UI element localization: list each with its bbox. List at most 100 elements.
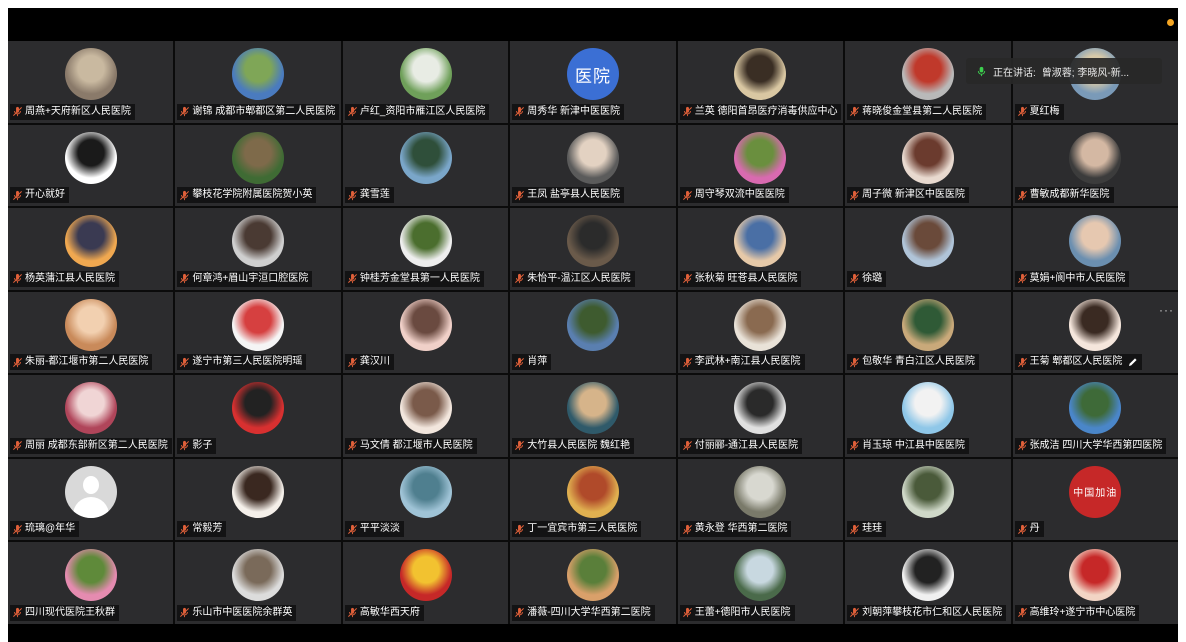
participant-name: 马文倩 都江堰市人民医院: [359, 439, 473, 451]
participant-tile[interactable]: 周燕+天府新区人民医院: [8, 41, 174, 123]
participant-tile[interactable]: 卢红_资阳市雁江区人民医院: [342, 41, 509, 123]
participant-tile[interactable]: 李武林+南江县人民医院: [677, 291, 844, 374]
avatar: [1069, 549, 1122, 602]
participant-tile[interactable]: 刘朝萍攀枝花市仁和区人民医院: [845, 542, 1011, 624]
participant-name: 攀枝花学院附属医院贺小英: [192, 189, 313, 201]
participant-tile[interactable]: 平平淡淡: [342, 458, 509, 541]
name-tag: 杨英蒲江县人民医院: [10, 270, 119, 287]
participant-tile[interactable]: 医院周秀华 新津中医医院: [510, 41, 676, 123]
participant-name: 王菊 郫都区人民医院: [1029, 356, 1123, 368]
name-tag: 肖萍: [512, 354, 552, 371]
participant-tile[interactable]: 莫娟+阆中市人民医院: [1012, 208, 1178, 290]
participant-tile[interactable]: 影子: [175, 375, 341, 457]
participant-tile[interactable]: 肖玉琼 中江县中医医院: [845, 375, 1011, 457]
avatar: [399, 298, 452, 351]
more-options-icon[interactable]: ···: [1159, 303, 1174, 317]
participant-name: 莫娟+阆中市人民医院: [1029, 272, 1126, 284]
participant-tile[interactable]: 付丽郦-通江县人民医院: [677, 375, 844, 457]
participant-name: 丹: [1029, 523, 1040, 535]
participant-name: 包敬华 青白江区人民医院: [862, 356, 975, 368]
participant-tile[interactable]: 高敏华西天府: [342, 542, 509, 624]
participant-tile[interactable]: 钟桂芳金堂县第一人民医院: [342, 208, 509, 290]
participant-tile[interactable]: 周守琴双流中医医院: [677, 124, 844, 207]
name-tag: 周燕+天府新区人民医院: [10, 103, 135, 120]
participant-tile[interactable]: 马文倩 都江堰市人民医院: [342, 375, 509, 457]
participant-name: 四川现代医院王秋群: [25, 606, 115, 618]
mic-muted-icon: [179, 273, 190, 284]
participant-tile[interactable]: 兰英 德阳首昂医疗消毒供应中心: [677, 41, 844, 123]
participant-tile[interactable]: 珪珪: [845, 458, 1011, 541]
participant-tile[interactable]: 中国加油丹: [1012, 458, 1178, 541]
name-tag: 夏红梅: [1014, 103, 1064, 120]
participant-tile[interactable]: 高维玲+遂宁市中心医院: [1012, 542, 1178, 624]
name-tag: 琉璃@年华: [10, 521, 80, 538]
participant-tile[interactable]: 王菊 郫都区人民医院: [1012, 291, 1178, 374]
participant-tile[interactable]: 张成洁 四川大学华西第四医院: [1012, 375, 1178, 457]
mic-muted-icon: [179, 524, 190, 535]
name-tag: 丹: [1014, 521, 1044, 538]
participant-tile[interactable]: 四川现代医院王秋群: [8, 542, 174, 624]
avatar: [399, 549, 452, 602]
avatar: [232, 549, 285, 602]
participant-tile[interactable]: 龚汉川: [342, 291, 509, 374]
participant-tile[interactable]: 肖萍: [510, 291, 676, 374]
participant-tile[interactable]: 乐山市中医医院余群英: [175, 542, 341, 624]
mic-muted-icon: [12, 357, 23, 368]
avatar: 医院: [566, 48, 619, 100]
participant-tile[interactable]: 遂宁市第三人民医院明瑶: [175, 291, 341, 374]
participant-tile[interactable]: 黄永登 华西第二医院: [677, 458, 844, 541]
speaking-names: 曾淑蓉; 李晓风-新...: [1041, 67, 1130, 79]
participant-name: 肖玉琼 中江县中医医院: [862, 439, 965, 451]
name-tag: 蒋晓俊金堂县第二人民医院: [847, 103, 987, 120]
mic-muted-icon: [12, 524, 23, 535]
participant-tile[interactable]: 潘薇-四川大学华西第二医院: [510, 542, 676, 624]
name-tag: 张成洁 四川大学华西第四医院: [1014, 437, 1167, 454]
participant-tile[interactable]: 丁一宜宾市第三人民医院: [510, 458, 676, 541]
participant-tile[interactable]: 包敬华 青白江区人民医院: [845, 291, 1011, 374]
avatar: [901, 298, 954, 351]
name-tag: 王蕾+德阳市人民医院: [679, 604, 795, 621]
mic-muted-icon: [347, 357, 358, 368]
name-tag: 马文倩 都江堰市人民医院: [344, 437, 477, 454]
participant-tile[interactable]: 杨英蒲江县人民医院: [8, 208, 174, 290]
name-tag: 刘朝萍攀枝花市仁和区人民医院: [847, 604, 1007, 621]
participant-tile[interactable]: 常毅芳: [175, 458, 341, 541]
avatar: [734, 549, 787, 602]
avatar: 中国加油: [1069, 465, 1122, 518]
participant-tile[interactable]: 谢锦 成都市郫都区第二人民医院: [175, 41, 341, 123]
mic-muted-icon: [1017, 273, 1028, 284]
participant-tile[interactable]: 张秋菊 旺苍县人民医院: [677, 208, 844, 290]
name-tag: 常毅芳: [177, 521, 227, 538]
mic-muted-icon: [849, 524, 860, 535]
rename-pencil-icon[interactable]: [1128, 357, 1138, 367]
avatar: [1069, 382, 1122, 435]
participant-tile[interactable]: 王蕾+德阳市人民医院: [677, 542, 844, 624]
participant-tile[interactable]: 攀枝花学院附属医院贺小英: [175, 124, 341, 207]
participant-tile[interactable]: 周子微 新津区中医医院: [845, 124, 1011, 207]
avatar: [64, 48, 117, 100]
participant-tile[interactable]: 朱丽-都江堰市第二人民医院: [8, 291, 174, 374]
participant-tile[interactable]: 大竹县人民医院 魏红艳: [510, 375, 676, 457]
mic-muted-icon: [514, 273, 525, 284]
participant-name: 琉璃@年华: [25, 523, 76, 535]
participant-name: 谢锦 成都市郫都区第二人民医院: [192, 105, 336, 117]
mic-muted-icon: [1017, 607, 1028, 618]
avatar: [1069, 131, 1122, 184]
participant-tile[interactable]: 何章鸿+眉山宇洹口腔医院: [175, 208, 341, 290]
participant-tile[interactable]: 朱怡平-温江区人民医院: [510, 208, 676, 290]
name-tag: 何章鸿+眉山宇洹口腔医院: [177, 270, 313, 287]
meeting-window: 周燕+天府新区人民医院 谢锦 成都市郫都区第二人民医院 卢红_资阳市雁江区人民医院 医…: [8, 8, 1178, 642]
participant-tile[interactable]: 周丽 成都东部新区第二人民医院: [8, 375, 174, 457]
mic-muted-icon: [682, 106, 693, 117]
participant-tile[interactable]: 开心就好: [8, 124, 174, 207]
name-tag: 乐山市中医医院余群英: [177, 604, 297, 621]
participant-name: 平平淡淡: [359, 523, 400, 535]
participant-tile[interactable]: 龚雪莲: [342, 124, 509, 207]
participant-tile[interactable]: 王凤 盐亭县人民医院: [510, 124, 676, 207]
avatar: [566, 215, 619, 268]
mic-muted-icon: [514, 607, 525, 618]
participant-tile[interactable]: 徐璐: [845, 208, 1011, 290]
participant-tile[interactable]: 曹敏成都新华医院: [1012, 124, 1178, 207]
name-tag: 周秀华 新津中医医院: [512, 103, 625, 120]
participant-tile[interactable]: 琉璃@年华: [8, 458, 174, 541]
